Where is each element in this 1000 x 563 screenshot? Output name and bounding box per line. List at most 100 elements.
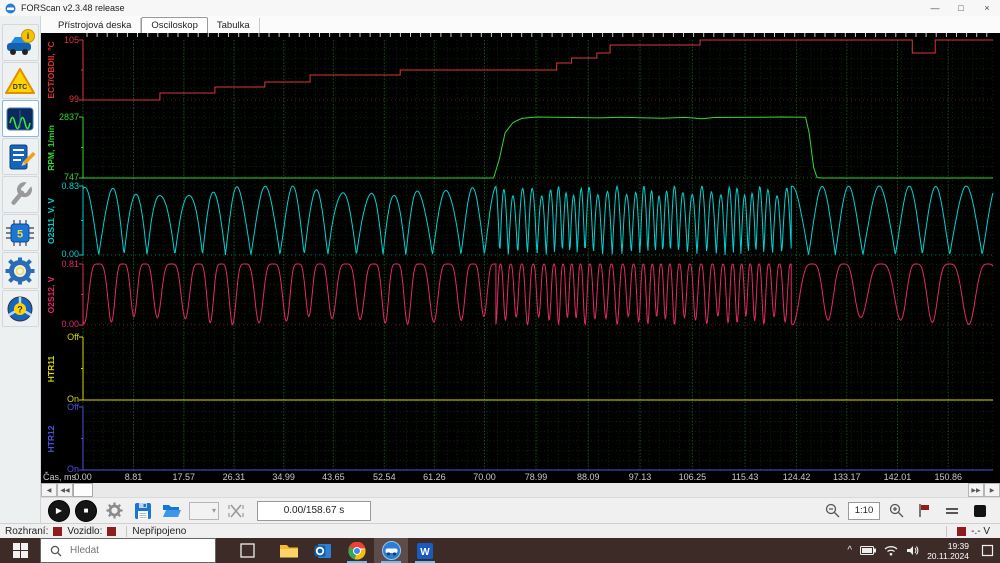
x-tick-label: 88.09	[576, 472, 600, 482]
tab-pristrojova-deska[interactable]: Přístrojová deska	[49, 18, 142, 33]
tab-tabulka[interactable]: Tabulka	[208, 18, 260, 33]
battery-voltage-led	[957, 526, 967, 536]
taskbar-item-chrome[interactable]	[340, 538, 374, 563]
x-tick-label: 133.17	[832, 472, 861, 482]
svg-text:5: 5	[17, 228, 23, 240]
oscilloscope-plot[interactable]: ECT/OBDII, °C 105 99 RPM, 1/min 2837 747 O2S11…	[41, 33, 1000, 483]
tab-strip: Přístrojová deska Osciloskop Tabulka	[41, 16, 1000, 33]
title-bar: FORScan v2.3.48 release — □ ×	[0, 0, 1000, 16]
scroll-track[interactable]	[93, 483, 968, 497]
forscan-taskbar-icon	[381, 541, 401, 560]
scroll-step-right-button[interactable]: ▶	[984, 483, 1000, 497]
start-button[interactable]	[0, 538, 40, 563]
x-tick-label: 78.99	[524, 472, 548, 482]
scroll-step-left-button[interactable]: ◀	[41, 483, 57, 497]
marker-button[interactable]	[912, 500, 936, 522]
taskbar-item-outlook[interactable]	[306, 538, 340, 563]
channel-label: O2S12, V	[46, 276, 56, 313]
stop-button[interactable]: ■	[75, 499, 97, 522]
x-tick-label: 34.99	[272, 472, 295, 482]
search-input[interactable]	[68, 544, 192, 557]
channel-label: HTR11	[46, 355, 56, 382]
taskbar-item-explorer[interactable]	[272, 538, 306, 563]
zoom-out-button[interactable]	[820, 500, 844, 522]
channel-max-label: 0.83	[61, 181, 79, 191]
zoom-out-icon	[825, 503, 839, 518]
sidebar-item-programming[interactable]: 5	[1, 214, 39, 251]
word-icon: W	[417, 542, 433, 559]
volume-icon[interactable]	[906, 545, 919, 556]
sidebar-item-help[interactable]: ?	[1, 290, 39, 327]
taskbar-item-word[interactable]: W	[408, 538, 442, 563]
status-divider-right	[946, 525, 948, 537]
solid-view-button[interactable]	[968, 500, 992, 522]
scroll-thumb[interactable]	[73, 483, 93, 497]
x-tick-label: 115.43	[731, 472, 759, 482]
zoom-ratio-select[interactable]: 1:10	[848, 501, 880, 520]
x-tick-label: 61.26	[423, 472, 446, 482]
sidebar-item-settings[interactable]	[1, 252, 39, 289]
sidebar-item-service[interactable]	[1, 176, 39, 213]
line-view-button[interactable]	[940, 500, 964, 522]
close-button[interactable]: ×	[974, 0, 1000, 16]
tray-expand-button[interactable]: ^	[847, 545, 852, 556]
battery-icon[interactable]	[860, 546, 877, 555]
scroll-page-right-button[interactable]: ▶▶	[968, 483, 984, 497]
chrome-icon	[348, 541, 366, 559]
taskbar-clock[interactable]: 19:39 20.11.2024	[927, 541, 969, 561]
channel-label: ECT/OBDII, °C	[46, 41, 56, 99]
interface-label: Rozhraní:	[5, 525, 49, 537]
timeline-scrollbar: ◀ ◀◀ ▶▶ ▶	[41, 483, 1000, 497]
folder-icon	[280, 544, 298, 557]
tab-osciloskop[interactable]: Osciloskop	[141, 17, 208, 33]
stop-icon: ■	[83, 506, 89, 515]
programming-icon: 5	[6, 219, 34, 246]
clear-icon	[228, 503, 244, 518]
interface-status-led	[53, 526, 63, 536]
channel-min-label: 0.00	[61, 319, 79, 329]
record-settings-button[interactable]	[102, 500, 126, 522]
minimize-button[interactable]: —	[922, 0, 948, 16]
zoom-in-button[interactable]	[884, 500, 908, 522]
save-button[interactable]	[131, 500, 155, 522]
action-center-icon[interactable]	[981, 544, 994, 557]
windows-logo-icon	[12, 543, 28, 558]
sidebar-item-vehicle-info[interactable]: i	[1, 24, 39, 61]
time-display: 0.00/158.67 s	[257, 500, 371, 521]
scroll-page-left-button[interactable]: ◀◀	[57, 483, 73, 497]
sidebar-item-dtc[interactable]: DTC	[1, 62, 39, 99]
sidebar-item-oscilloscope[interactable]	[1, 100, 39, 137]
taskbar-search[interactable]	[40, 538, 216, 563]
open-button[interactable]	[160, 500, 184, 522]
outlook-icon	[314, 543, 331, 558]
oscilloscope-icon	[6, 107, 34, 130]
clear-button[interactable]	[224, 500, 248, 522]
x-tick-label: 52.54	[373, 472, 396, 482]
wifi-icon[interactable]	[884, 545, 898, 556]
clock-time: 19:39	[947, 540, 969, 551]
status-bar: Rozhraní: Vozidlo: Nepřipojeno -.- V	[0, 523, 1000, 538]
task-view-button[interactable]	[230, 538, 264, 563]
system-tray: ^ 19:39 20.11.2024	[847, 538, 1000, 563]
vehicle-info-icon: i	[7, 28, 35, 55]
line-view-icon	[946, 507, 958, 514]
channel-max-label: 105	[63, 35, 79, 45]
channel-max-label: Off	[67, 332, 79, 342]
vehicle-label: Vozidlo:	[67, 525, 103, 537]
help-icon: ?	[7, 296, 33, 321]
search-icon	[50, 545, 62, 556]
save-icon	[135, 502, 151, 519]
scope-toolbar: ▶ ■ ▾ 0.00/158.67 s 1:10	[41, 497, 1000, 523]
window-title: FORScan v2.3.48 release	[21, 3, 125, 13]
status-divider	[126, 525, 128, 537]
service-icon	[11, 181, 32, 205]
svg-text:W: W	[420, 547, 430, 558]
sidebar-item-tests[interactable]	[1, 138, 39, 175]
x-tick-label: 142.01	[883, 472, 912, 482]
battery-voltage: -.- V	[971, 525, 990, 537]
zoom-in-icon	[889, 503, 903, 518]
format-select[interactable]: ▾	[189, 501, 219, 520]
maximize-button[interactable]: □	[948, 0, 974, 16]
taskbar-item-forscan[interactable]	[374, 538, 408, 563]
play-button[interactable]: ▶	[48, 499, 70, 522]
